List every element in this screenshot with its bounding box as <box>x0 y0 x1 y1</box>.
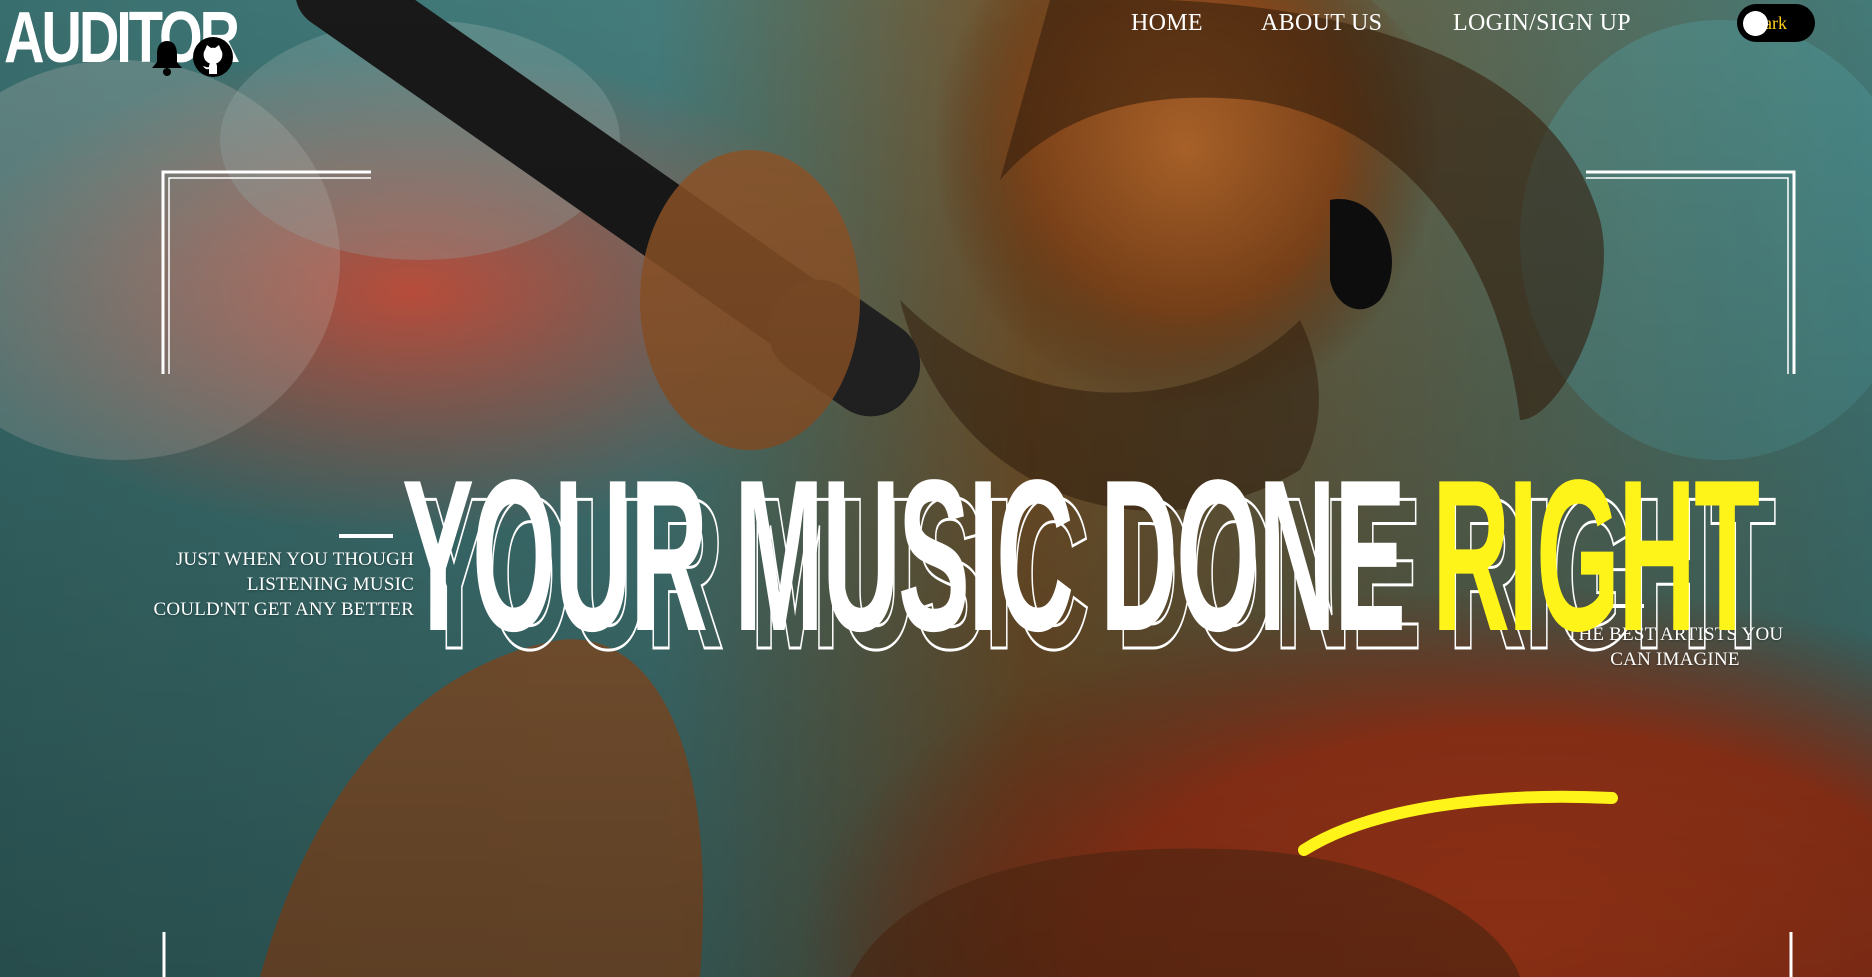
frame-corner-bottom-left <box>161 932 171 977</box>
headline-solid: YOUR MUSIC DONE RIGHT <box>402 430 1760 680</box>
github-icon[interactable] <box>192 36 234 78</box>
highlight-underline-swoosh <box>1290 780 1630 865</box>
frame-corner-top-right <box>1584 170 1796 376</box>
bell-icon[interactable] <box>146 36 188 78</box>
theme-toggle-knob <box>1743 11 1768 36</box>
nav-home[interactable]: HOME <box>1131 8 1203 38</box>
frame-corner-bottom-right <box>1786 932 1796 977</box>
theme-toggle[interactable]: ark <box>1737 4 1815 42</box>
tagline-left-dash <box>339 534 393 538</box>
headline-highlight-text: RIGHT <box>1432 434 1760 676</box>
headline-main-text: YOUR MUSIC DONE <box>402 434 1406 676</box>
tagline-left: JUST WHEN YOU THOUGH LISTENING MUSIC COU… <box>153 549 414 620</box>
frame-corner-top-left <box>161 170 373 376</box>
nav-login-signup[interactable]: LOGIN/SIGN UP <box>1453 8 1631 38</box>
nav-about-us[interactable]: ABOUT US <box>1261 8 1382 38</box>
